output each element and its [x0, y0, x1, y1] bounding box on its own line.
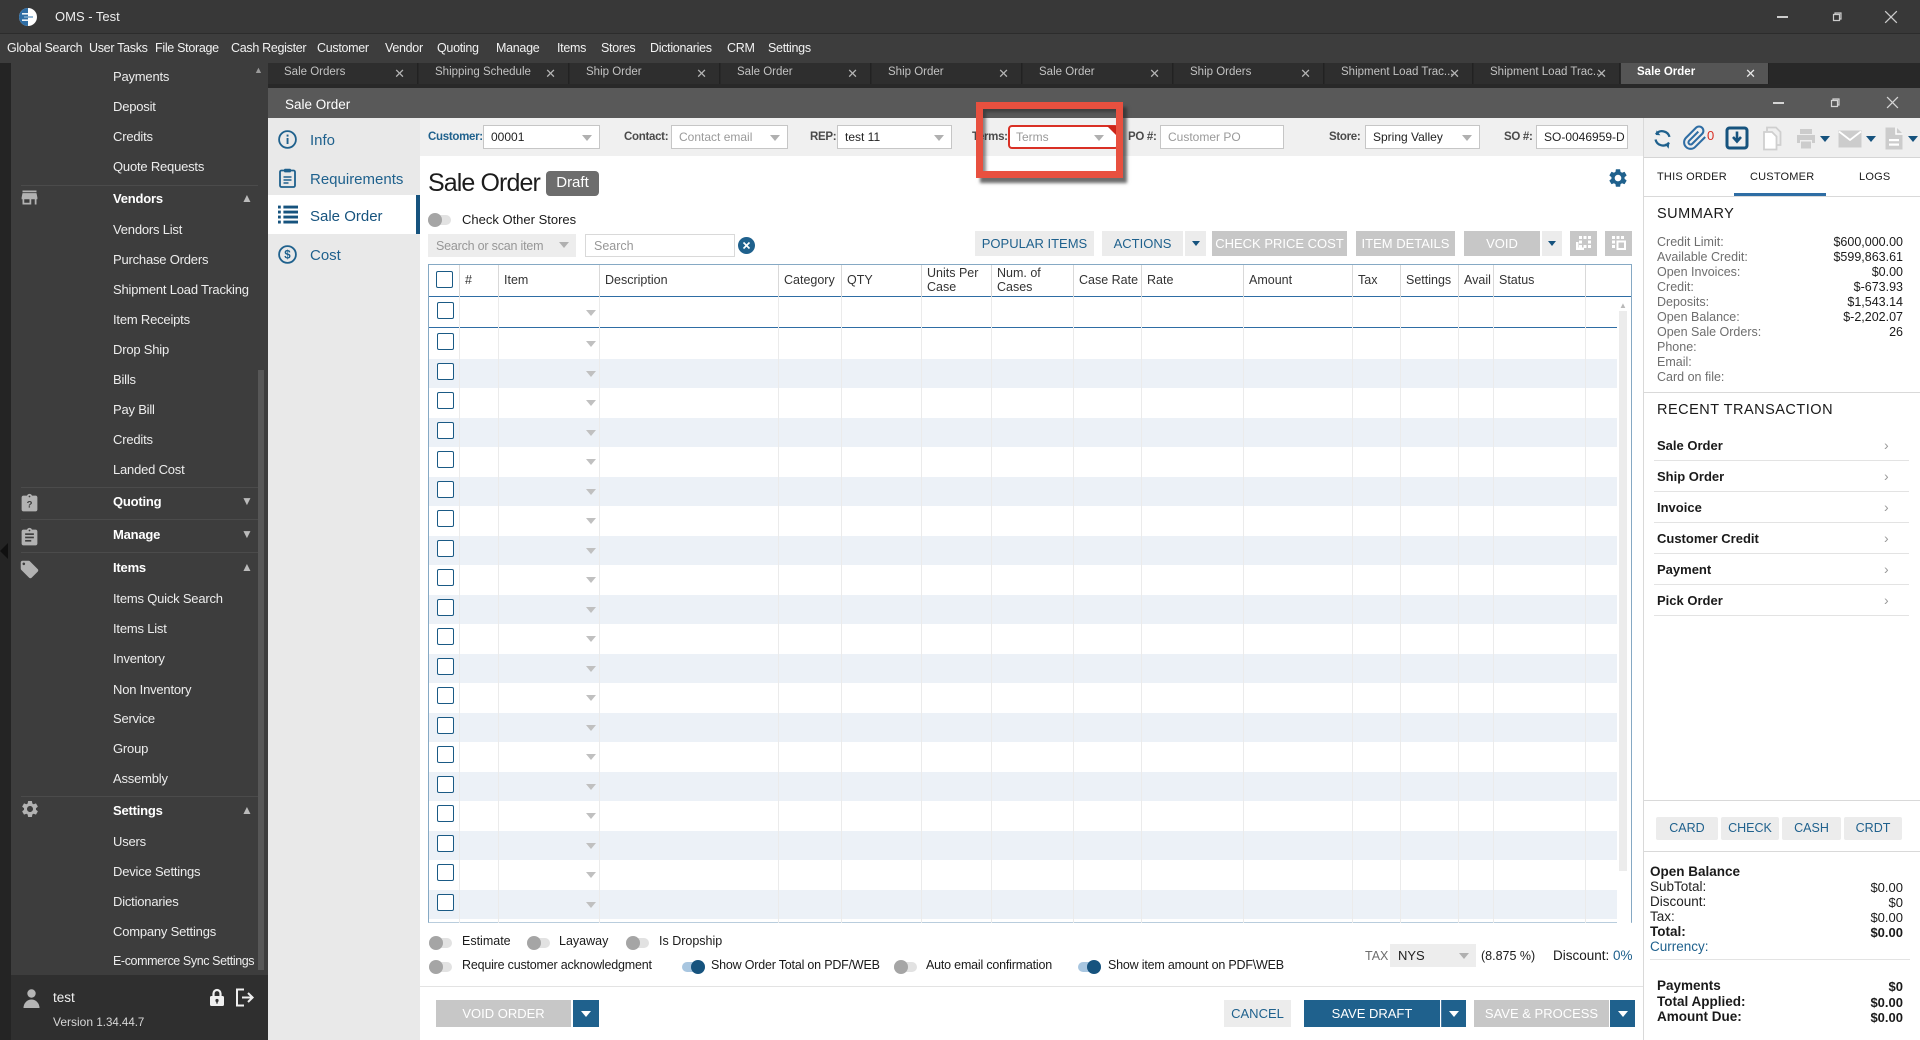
svg-text:?: ? — [27, 499, 33, 510]
svg-text:$: $ — [284, 250, 291, 262]
